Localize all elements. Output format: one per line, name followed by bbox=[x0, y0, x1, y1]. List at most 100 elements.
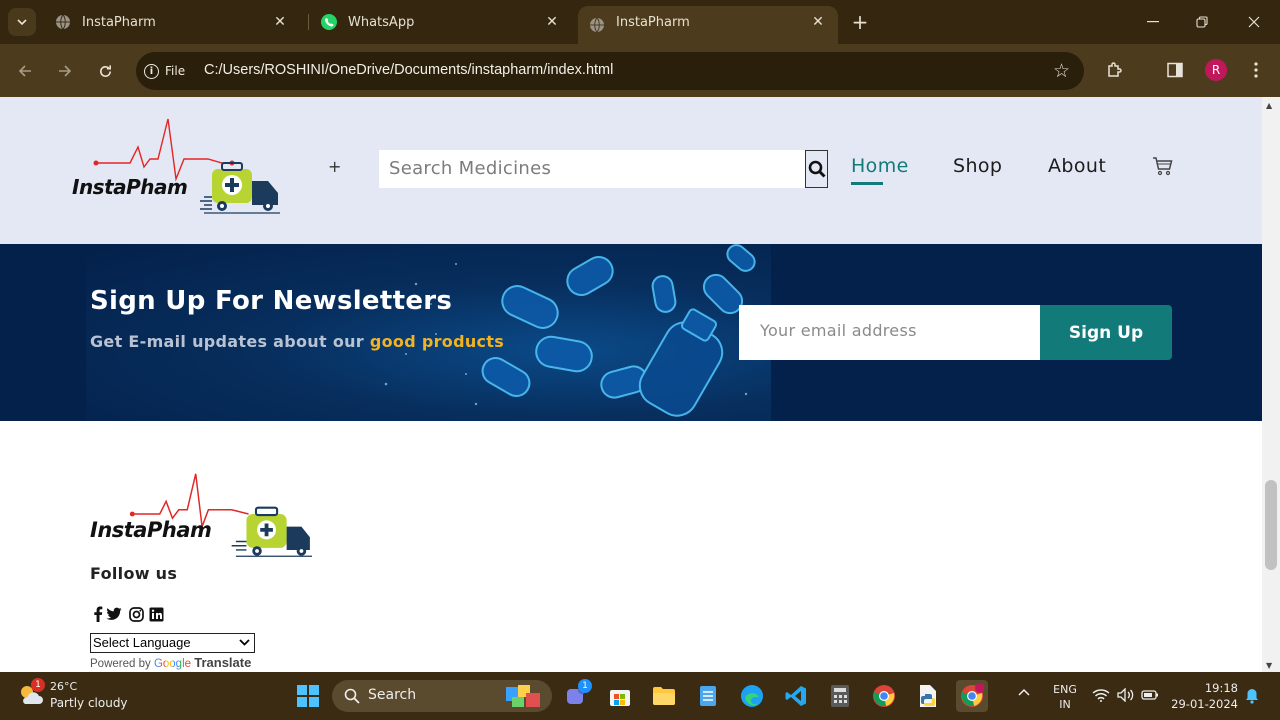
search-icon bbox=[344, 688, 360, 704]
linkedin-icon[interactable] bbox=[148, 606, 164, 622]
close-window-button[interactable] bbox=[1242, 10, 1266, 34]
nav-home[interactable]: Home bbox=[851, 155, 909, 177]
python-file-app[interactable] bbox=[912, 680, 944, 712]
newsletter-title: Sign Up For Newsletters bbox=[90, 286, 453, 316]
clock-time: 19:18 bbox=[1204, 681, 1238, 695]
newsletter-signup-button[interactable]: Sign Up bbox=[1040, 305, 1172, 360]
calculator-app[interactable] bbox=[824, 680, 856, 712]
side-panel-button[interactable] bbox=[1163, 58, 1187, 82]
search-icon bbox=[808, 160, 826, 178]
lang-primary: ENG bbox=[1053, 683, 1077, 696]
language-indicator[interactable]: ENG IN bbox=[1052, 682, 1078, 712]
instapham-footer-logo-image bbox=[129, 473, 312, 557]
new-tab-button[interactable]: + bbox=[848, 10, 872, 34]
file-explorer-app[interactable] bbox=[648, 680, 680, 712]
twitter-icon[interactable] bbox=[106, 606, 122, 622]
site-logo[interactable]: InstaPham bbox=[72, 117, 282, 221]
weather-badge: 1 bbox=[31, 678, 45, 692]
nav-about[interactable]: About bbox=[1048, 155, 1106, 177]
email-placeholder: Your email address bbox=[760, 321, 917, 340]
bookmark-star-icon[interactable]: ☆ bbox=[1053, 60, 1070, 82]
back-arrow-icon bbox=[18, 65, 31, 77]
notification-bell-icon[interactable] bbox=[1245, 688, 1259, 707]
nav-shop[interactable]: Shop bbox=[953, 155, 1002, 177]
chrome-profile-app[interactable] bbox=[956, 680, 988, 712]
restore-icon bbox=[1196, 16, 1208, 28]
windows-taskbar: 1 26°C Partly cloudy Search 1 ENG IN 19:… bbox=[0, 672, 1280, 720]
translate-link[interactable]: Translate bbox=[194, 655, 251, 670]
newsletter-subtitle-text: Get E-mail updates about our bbox=[90, 332, 370, 351]
temperature: 26°C bbox=[50, 680, 78, 693]
vscode-icon bbox=[785, 686, 806, 706]
powered-by-google-translate: Powered by Google Translate bbox=[90, 655, 251, 670]
page-scrollbar[interactable]: ▲ ▼ bbox=[1262, 97, 1280, 672]
reload-icon bbox=[99, 64, 111, 77]
nav-active-underline bbox=[851, 182, 883, 185]
instagram-icon[interactable] bbox=[128, 606, 144, 622]
tab-instapharm-active[interactable]: InstaPharm ✕ bbox=[578, 6, 838, 44]
extensions-button[interactable] bbox=[1103, 58, 1127, 82]
profile-avatar[interactable]: R bbox=[1205, 59, 1227, 81]
lang-region: IN bbox=[1059, 698, 1071, 711]
minimize-icon bbox=[1147, 21, 1159, 23]
url-text[interactable]: C:/Users/ROSHINI/OneDrive/Documents/inst… bbox=[204, 62, 613, 78]
scroll-up-arrow-icon[interactable]: ▲ bbox=[1266, 101, 1272, 110]
site-info-chip[interactable]: i File bbox=[144, 59, 185, 83]
search-button[interactable] bbox=[805, 150, 828, 188]
volume-icon[interactable] bbox=[1117, 687, 1135, 705]
teams-app[interactable]: 1 bbox=[560, 679, 592, 712]
back-button[interactable] bbox=[12, 58, 38, 84]
address-bar[interactable]: i File C:/Users/ROSHINI/OneDrive/Documen… bbox=[136, 52, 1084, 90]
cart-button[interactable] bbox=[1152, 155, 1174, 177]
clock-date: 29-01-2024 bbox=[1171, 697, 1238, 711]
start-button[interactable] bbox=[292, 680, 324, 712]
site-header: InstaPham + Search Medicines Home Shop A… bbox=[0, 97, 1262, 244]
scroll-down-arrow-icon[interactable]: ▼ bbox=[1266, 661, 1272, 670]
page-viewport: InstaPham + Search Medicines Home Shop A… bbox=[0, 97, 1262, 672]
wifi-icon[interactable] bbox=[1092, 688, 1110, 705]
scrollbar-thumb[interactable] bbox=[1265, 480, 1277, 570]
taskbar-search-label: Search bbox=[368, 687, 417, 703]
vscode-app[interactable] bbox=[780, 680, 812, 712]
forward-button[interactable] bbox=[52, 58, 78, 84]
tab-whatsapp[interactable]: WhatsApp ✕ bbox=[310, 6, 572, 38]
taskbar-search[interactable]: Search bbox=[332, 680, 552, 712]
chrome-app[interactable] bbox=[868, 680, 900, 712]
tab-title: InstaPharm bbox=[616, 14, 690, 30]
close-tab-icon[interactable]: ✕ bbox=[542, 12, 562, 32]
tab-search-button[interactable] bbox=[8, 8, 36, 36]
close-tab-icon[interactable]: ✕ bbox=[270, 12, 290, 32]
chevron-down-icon bbox=[239, 635, 250, 652]
chevron-up-icon bbox=[1018, 688, 1030, 696]
browser-menu-button[interactable] bbox=[1244, 58, 1268, 82]
microsoft-store-app[interactable] bbox=[604, 680, 636, 712]
puzzle-icon bbox=[1108, 62, 1122, 77]
globe-icon bbox=[588, 16, 606, 34]
show-hidden-icons-button[interactable] bbox=[1018, 686, 1030, 699]
reload-button[interactable] bbox=[92, 58, 118, 84]
system-clock[interactable]: 19:18 29-01-2024 bbox=[1170, 680, 1238, 712]
chevron-down-icon bbox=[17, 19, 27, 25]
tab-instapharm-1[interactable]: InstaPharm ✕ bbox=[44, 6, 300, 38]
weather-condition: Partly cloudy bbox=[50, 696, 128, 710]
newsletter-section: Sign Up For Newsletters Get E-mail updat… bbox=[0, 244, 1262, 421]
newsletter-email-input[interactable]: Your email address bbox=[739, 305, 1040, 360]
notepad-app[interactable] bbox=[692, 680, 724, 712]
battery-icon[interactable] bbox=[1141, 689, 1159, 704]
side-panel-icon bbox=[1167, 62, 1183, 78]
facebook-icon[interactable] bbox=[90, 606, 106, 622]
windows-logo-icon bbox=[297, 685, 319, 707]
store-icon bbox=[610, 690, 630, 706]
restore-button[interactable] bbox=[1190, 10, 1214, 34]
close-tab-icon[interactable]: ✕ bbox=[808, 12, 828, 32]
language-select[interactable]: Select Language bbox=[90, 633, 255, 653]
edge-app[interactable] bbox=[736, 680, 768, 712]
language-select-value: Select Language bbox=[93, 635, 191, 650]
footer-logo-text: InstaPham bbox=[90, 518, 212, 542]
menu-toggle-plus[interactable]: + bbox=[328, 157, 341, 176]
google-logo-text: Google bbox=[153, 658, 192, 670]
search-highlight-image bbox=[506, 685, 540, 707]
search-input[interactable]: Search Medicines bbox=[379, 150, 806, 188]
minimize-button[interactable] bbox=[1141, 10, 1165, 34]
footer-logo[interactable]: InstaPham bbox=[90, 471, 312, 561]
